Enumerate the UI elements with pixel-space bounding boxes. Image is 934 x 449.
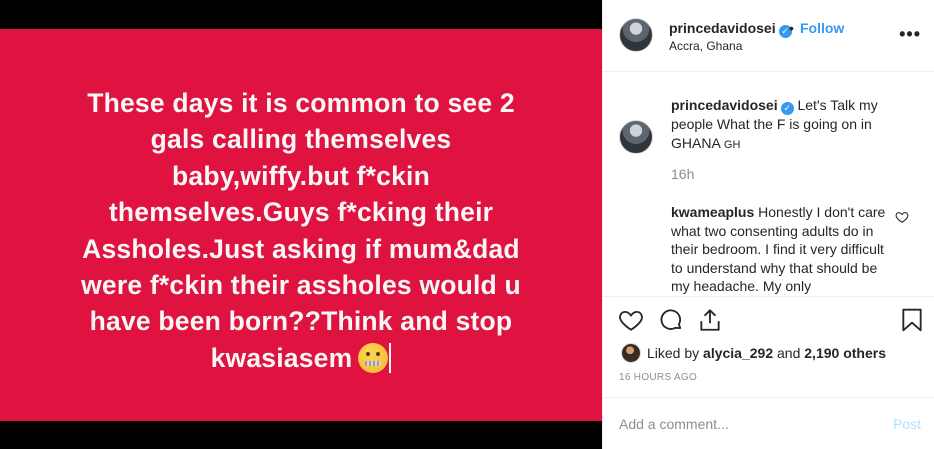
likes-summary: Liked by alycia_292 and 2,190 others	[619, 343, 929, 363]
caption-username-text[interactable]: princedavidosei	[671, 97, 778, 113]
add-comment-bar: Post	[603, 397, 934, 449]
image-text-line: kwasiasem	[210, 342, 353, 373]
post-location[interactable]: Accra, Ghana	[669, 39, 742, 53]
post-timestamp[interactable]: 16 HOURS AGO	[619, 372, 697, 383]
flag-gh-label: GH	[723, 138, 741, 151]
likes-prefix: Liked by	[647, 345, 700, 361]
comment-item: kwameaplus Honestly I don't care what tw…	[671, 203, 889, 296]
image-text-line: Assholes.Just asking if mum&dad	[82, 233, 520, 264]
liker-username[interactable]: alycia_292	[703, 345, 773, 361]
like-comment-heart-icon[interactable]	[895, 210, 909, 224]
text-cursor	[389, 342, 392, 373]
save-bookmark-icon[interactable]	[899, 307, 925, 333]
separator-dot: •	[789, 20, 794, 36]
comment-username[interactable]: kwameaplus	[671, 204, 754, 220]
image-text-line: were f*ckin their assholes would u	[81, 270, 521, 301]
image-text-last-line: kwasiasem	[20, 340, 582, 376]
follow-button[interactable]: Follow	[800, 20, 844, 36]
post-caption: princedavidosei ✓ Let's Talk my people Wh…	[671, 96, 911, 154]
caption-username[interactable]: princedavidosei ✓	[671, 97, 794, 115]
image-text-line: have been born??Think and stop	[89, 306, 513, 337]
image-text-line: These days it is common to see 2	[87, 88, 515, 118]
more-options-icon[interactable]: •••	[899, 24, 921, 45]
post-image-text: These days it is common to see 2 gals ca…	[20, 85, 582, 376]
post-actions	[603, 296, 934, 342]
post-comment-button[interactable]: Post	[893, 416, 921, 432]
caption-author-avatar[interactable]	[619, 120, 653, 154]
image-text-line: baby,wiffy.but f*ckin	[172, 160, 430, 191]
share-upload-icon[interactable]	[697, 307, 723, 333]
post-media[interactable]: These days it is common to see 2 gals ca…	[0, 0, 602, 449]
likes-others-link[interactable]: 2,190 others	[804, 345, 886, 361]
comments-list[interactable]: princedavidosei ✓ Let's Talk my people Wh…	[603, 72, 934, 296]
verified-badge-icon: ✓	[780, 102, 794, 115]
author-username[interactable]: princedavidosei ✓	[669, 20, 792, 38]
post-sidebar: princedavidosei ✓ • Follow Accra, Ghana •…	[602, 0, 934, 449]
author-avatar[interactable]	[619, 18, 653, 52]
post-image: These days it is common to see 2 gals ca…	[0, 29, 602, 421]
comment-input[interactable]	[619, 414, 879, 434]
comment-bubble-icon[interactable]	[658, 307, 684, 333]
image-text-line: themselves.Guys f*cking their	[108, 197, 494, 228]
zipper-mouth-emoji-icon	[358, 342, 389, 373]
like-heart-icon[interactable]	[618, 307, 644, 333]
author-username-text[interactable]: princedavidosei	[669, 20, 776, 36]
likes-joiner: and	[777, 345, 801, 361]
image-text-line: gals calling themselves	[150, 124, 452, 155]
caption-age: 16h	[671, 166, 695, 182]
liker-avatar[interactable]	[621, 343, 641, 363]
post-header: princedavidosei ✓ • Follow Accra, Ghana •…	[603, 0, 934, 72]
likes-text: Liked by alycia_292 and 2,190 others	[647, 345, 886, 361]
